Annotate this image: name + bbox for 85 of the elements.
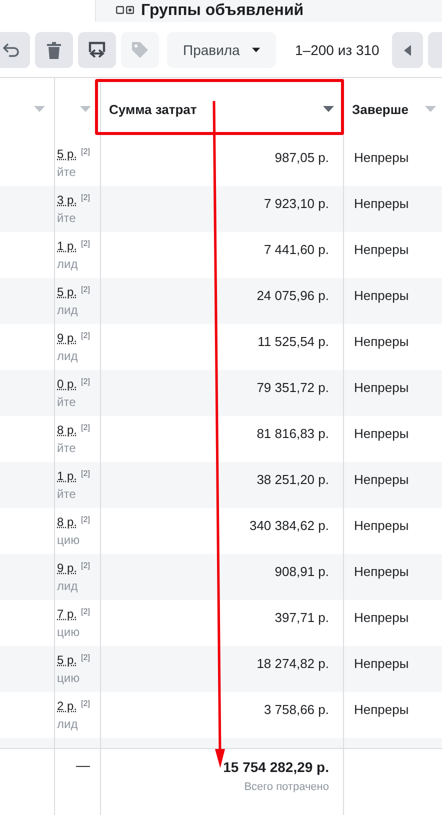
footnote-mark: [2] [81,607,90,616]
delete-button[interactable] [35,32,73,68]
result-total: — [76,757,90,773]
result-type: цию [57,533,80,547]
result-type: йте [57,441,76,455]
result-value: 5 р. [57,147,78,161]
spend-amount: 11 525,54 р. [258,334,329,349]
footnote-mark: [2] [81,147,90,156]
footnote-mark: [2] [81,285,90,294]
end-date: Непреры [354,288,409,303]
spend-amount: 340 384,62 р. [249,518,329,533]
end-date: Непреры [354,702,409,717]
spend-amount: 397,71 р. [274,610,329,625]
result-type: лид [57,349,78,363]
result-type: йте [57,165,76,179]
end-date: Непреры [354,656,409,671]
result-value: 8 р. [57,515,78,529]
spend-amount: 81 816,83 р. [256,426,329,441]
groups-icon [116,6,135,14]
result-value: 9 р. [57,561,78,575]
result-value: 0 р. [57,377,78,391]
trash-icon [47,42,61,58]
caret-icon [252,47,260,53]
tag-icon [131,41,149,59]
result-value: 9 р. [57,331,78,345]
footnote-mark: [2] [81,653,90,662]
result-value: 7 р. [57,607,78,621]
result-value: 1 р. [57,239,78,253]
end-date: Непреры [354,472,409,487]
previous-page-button[interactable] [392,32,423,68]
spend-amount: 908,91 р. [274,564,329,579]
pagination-text: 1–200 из 310 [295,42,380,58]
swap-button[interactable] [78,32,116,68]
footnote-mark: [2] [81,699,90,708]
spend-amount: 18 274,82 р. [256,656,329,671]
result-type: лид [57,257,78,271]
result-type: цию [57,671,80,685]
result-value: 2 р. [57,699,78,713]
end-date: Непреры [354,242,409,257]
footnote-mark: [2] [81,561,90,570]
end-date: Непреры [354,334,409,349]
result-type: лид [57,579,78,593]
result-value: 5 р. [57,285,78,299]
spend-amount: 7 441,60 р. [264,242,329,257]
result-type: йте [57,211,76,225]
footnote-mark: [2] [81,239,90,248]
end-date: Непреры [354,426,409,441]
column-header[interactable]: Заверше [352,102,408,116]
undo-icon [3,43,19,57]
result-type: йте [57,487,76,501]
end-date: Непреры [354,564,409,579]
footnote-mark: [2] [81,515,90,524]
rules-dropdown[interactable]: Правила [167,32,276,68]
footnote-mark: [2] [81,423,90,432]
total-caption: Всего потрачено [243,781,329,793]
left-triangle-icon [404,44,412,56]
end-date: Непреры [354,518,409,533]
footnote-mark: [2] [81,469,90,478]
swap-icon [87,41,107,59]
spend-amount: 24 075,96 р. [256,288,329,303]
end-date: Непреры [354,150,409,165]
footnote-mark: [2] [81,331,90,340]
spend-amount: 987,05 р. [274,150,329,165]
page-title: Группы объявлений [141,2,304,20]
total-spend: 15 754 282,29 р. [222,759,329,775]
spend-amount: 3 758,66 р. [264,702,329,717]
end-date: Непреры [354,610,409,625]
sort-caret-icon [323,106,334,112]
footnote-mark: [2] [81,193,90,202]
result-type: лид [57,717,78,731]
result-value: 1 р. [57,469,78,483]
result-type: лид [57,303,78,317]
end-date: Непреры [354,380,409,395]
result-value: 8 р. [57,423,78,437]
spend-amount: 79 351,72 р. [256,380,329,395]
undo-button[interactable] [0,32,30,68]
column-header[interactable]: Сумма затрат [109,102,197,116]
result-type: йте [57,395,76,409]
end-date: Непреры [354,196,409,211]
spend-amount: 38 251,20 р. [256,472,329,487]
result-value: 5 р. [57,653,78,667]
result-value: 3 р. [57,193,78,207]
spend-amount: 7 923,10 р. [264,196,329,211]
result-type: цию [57,625,80,639]
footnote-mark: [2] [81,377,90,386]
